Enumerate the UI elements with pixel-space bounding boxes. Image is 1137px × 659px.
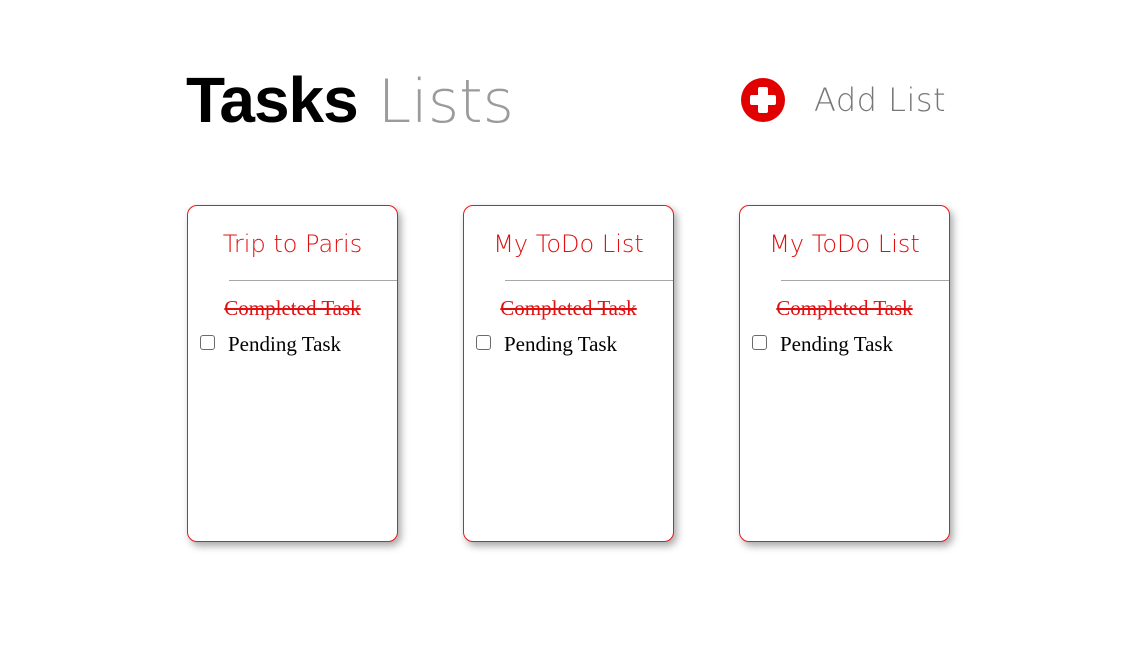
pending-task-label: Pending Task	[780, 332, 894, 356]
list-card-title[interactable]: My ToDo List	[740, 230, 949, 258]
plus-circle-icon[interactable]	[741, 78, 785, 122]
list-card-title[interactable]: Trip to Paris	[188, 230, 397, 258]
page-title-bold: Tasks	[186, 64, 359, 136]
add-list-button[interactable]: Add List	[741, 78, 946, 122]
completed-task-item[interactable]: Completed Task	[188, 296, 397, 321]
page-title: Tasks Lists	[186, 64, 514, 137]
card-divider	[505, 280, 673, 281]
list-card-trip-to-paris: Trip to Paris Completed Task Pending Tas…	[187, 205, 398, 542]
pending-task-checkbox[interactable]	[752, 335, 767, 350]
list-card-my-todo-list-2: My ToDo List Completed Task Pending Task	[739, 205, 950, 542]
card-divider	[229, 280, 397, 281]
pending-task-item[interactable]: Pending Task	[752, 332, 893, 357]
page-title-light: Lists	[377, 67, 514, 137]
list-card-my-todo-list: My ToDo List Completed Task Pending Task	[463, 205, 674, 542]
pending-task-checkbox[interactable]	[476, 335, 491, 350]
card-divider	[781, 280, 949, 281]
completed-task-item[interactable]: Completed Task	[740, 296, 949, 321]
pending-task-label: Pending Task	[228, 332, 342, 356]
pending-task-item[interactable]: Pending Task	[476, 332, 617, 357]
pending-task-item[interactable]: Pending Task	[200, 332, 341, 357]
pending-task-checkbox[interactable]	[200, 335, 215, 350]
pending-task-label: Pending Task	[504, 332, 618, 356]
add-list-label[interactable]: Add List	[814, 81, 946, 119]
list-card-title[interactable]: My ToDo List	[464, 230, 673, 258]
completed-task-item[interactable]: Completed Task	[464, 296, 673, 321]
